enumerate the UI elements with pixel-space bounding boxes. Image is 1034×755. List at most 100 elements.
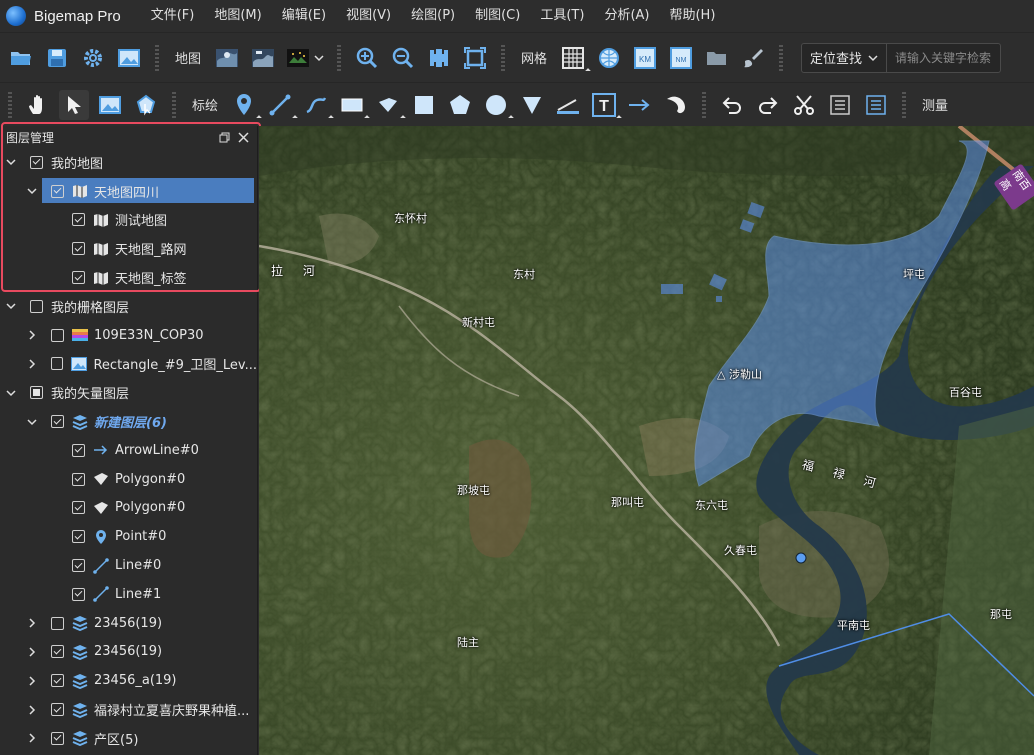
- properties-icon[interactable]: [825, 90, 855, 120]
- layer-row[interactable]: 我的地图: [0, 148, 257, 177]
- close-icon[interactable]: [238, 131, 249, 143]
- chevron-down-icon[interactable]: [4, 155, 18, 169]
- triangle-icon[interactable]: [517, 90, 547, 120]
- menu-tools[interactable]: 工具(T): [530, 0, 594, 32]
- settings-gear-icon[interactable]: [78, 43, 108, 73]
- chevron-right-icon[interactable]: [25, 357, 39, 371]
- chevron-right-icon[interactable]: [25, 731, 39, 745]
- menu-cartography[interactable]: 制图(C): [465, 0, 530, 32]
- image-export-icon[interactable]: [114, 43, 144, 73]
- map-source-3-icon[interactable]: [284, 43, 326, 73]
- pentagon-icon[interactable]: [445, 90, 475, 120]
- redo-icon[interactable]: [753, 90, 783, 120]
- grid-icon[interactable]: [558, 43, 591, 74]
- ruler-icon[interactable]: [553, 90, 583, 120]
- layer-checkbox[interactable]: [51, 184, 64, 198]
- folder-gray-icon[interactable]: [702, 43, 732, 73]
- arrow-icon[interactable]: [625, 90, 655, 120]
- layer-row[interactable]: 我的栅格图层: [0, 292, 257, 321]
- layer-row[interactable]: Point#0: [0, 522, 257, 551]
- layer-checkbox[interactable]: [51, 328, 64, 342]
- menu-draw[interactable]: 绘图(P): [401, 0, 465, 32]
- layer-checkbox[interactable]: [50, 357, 64, 371]
- utm-grid-icon[interactable]: [594, 43, 624, 73]
- polygon-icon[interactable]: [373, 90, 406, 121]
- undo-icon[interactable]: [717, 90, 747, 120]
- layer-checkbox[interactable]: [30, 386, 43, 400]
- nm-grid-icon[interactable]: NM: [666, 43, 696, 73]
- map-view[interactable]: 东怀村 东村 新村屯 拉 河 △ 涉勒山 福 禄 河 那坡屯 那叫屯 东六屯 久…: [259, 126, 1034, 755]
- layer-row[interactable]: Polygon#0: [0, 465, 257, 494]
- chevron-down-icon[interactable]: [4, 299, 18, 313]
- layer-row[interactable]: 天地图_标签: [0, 263, 257, 292]
- layer-row[interactable]: 23456(19): [0, 638, 257, 667]
- search-input[interactable]: [887, 50, 1001, 65]
- text-icon[interactable]: T: [589, 90, 622, 121]
- rectangle-icon[interactable]: [337, 90, 370, 121]
- chevron-down-icon[interactable]: [25, 184, 39, 198]
- layer-row[interactable]: 23456(19): [0, 609, 257, 638]
- layer-row[interactable]: ArrowLine#0: [0, 436, 257, 465]
- line-icon[interactable]: [265, 90, 298, 121]
- layer-checkbox[interactable]: [30, 155, 43, 169]
- layer-row[interactable]: 23456_a(19): [0, 666, 257, 695]
- layer-row[interactable]: 产区(5): [0, 724, 257, 753]
- layer-checkbox[interactable]: [72, 271, 85, 285]
- chevron-right-icon[interactable]: [25, 645, 39, 659]
- layer-checkbox[interactable]: [72, 472, 85, 486]
- layer-row[interactable]: 我的矢量图层: [0, 378, 257, 407]
- layer-checkbox[interactable]: [51, 731, 64, 745]
- layer-checkbox[interactable]: [72, 213, 85, 227]
- layer-checkbox[interactable]: [51, 674, 64, 688]
- layer-checkbox[interactable]: [51, 616, 64, 630]
- layer-row[interactable]: Line#0: [0, 551, 257, 580]
- cut-shape-icon[interactable]: [661, 90, 691, 120]
- open-folder-icon[interactable]: [6, 43, 36, 73]
- pan-hand-icon[interactable]: [23, 90, 53, 120]
- list-icon[interactable]: [861, 90, 891, 120]
- layer-row[interactable]: 测试地图: [0, 206, 257, 235]
- menu-map[interactable]: 地图(M): [204, 0, 271, 32]
- full-extent-icon[interactable]: [460, 43, 490, 73]
- layer-checkbox[interactable]: [30, 299, 43, 313]
- circle-icon[interactable]: [481, 90, 514, 121]
- chevron-down-icon[interactable]: [4, 386, 18, 400]
- layer-row[interactable]: Polygon#0: [0, 494, 257, 523]
- menu-view[interactable]: 视图(V): [336, 0, 401, 32]
- layer-row[interactable]: 新建图层(6): [0, 407, 257, 436]
- map-source-1-icon[interactable]: [212, 43, 242, 73]
- zoom-out-icon[interactable]: [388, 43, 418, 73]
- restore-icon[interactable]: [219, 132, 230, 143]
- layer-row[interactable]: Rectangle_#9_卫图_Lev...: [0, 350, 257, 379]
- menu-analysis[interactable]: 分析(A): [594, 0, 659, 32]
- chevron-down-icon[interactable]: [25, 415, 39, 429]
- layer-row[interactable]: Line#1: [0, 580, 257, 609]
- menu-edit[interactable]: 编辑(E): [272, 0, 336, 32]
- layer-checkbox[interactable]: [72, 587, 85, 601]
- layer-checkbox[interactable]: [72, 559, 85, 573]
- layer-row[interactable]: 福禄村立夏喜庆野果种植...: [0, 695, 257, 724]
- map-source-2-icon[interactable]: [248, 43, 278, 73]
- chevron-right-icon[interactable]: [25, 328, 39, 342]
- brush-icon[interactable]: [738, 43, 768, 73]
- scissors-icon[interactable]: [789, 90, 819, 120]
- layer-checkbox[interactable]: [72, 530, 85, 544]
- chevron-right-icon[interactable]: [25, 674, 39, 688]
- save-icon[interactable]: [42, 43, 72, 73]
- select-arrow-icon[interactable]: [59, 89, 89, 120]
- image-select-icon[interactable]: [95, 90, 125, 120]
- menu-help[interactable]: 帮助(H): [659, 0, 725, 32]
- marker-icon[interactable]: [229, 90, 262, 121]
- layer-row[interactable]: 109E33N_COP30: [0, 321, 257, 350]
- layer-row[interactable]: 天地图四川: [0, 177, 257, 206]
- layer-checkbox[interactable]: [72, 242, 85, 256]
- chevron-right-icon[interactable]: [25, 616, 39, 630]
- km-grid-icon[interactable]: KM: [630, 43, 660, 73]
- layer-checkbox[interactable]: [72, 443, 85, 457]
- layer-checkbox[interactable]: [51, 645, 64, 659]
- zoom-in-icon[interactable]: [352, 43, 382, 73]
- curve-icon[interactable]: [301, 90, 334, 121]
- menu-file[interactable]: 文件(F): [141, 0, 205, 32]
- layer-checkbox[interactable]: [51, 703, 64, 717]
- square-icon[interactable]: [409, 90, 439, 120]
